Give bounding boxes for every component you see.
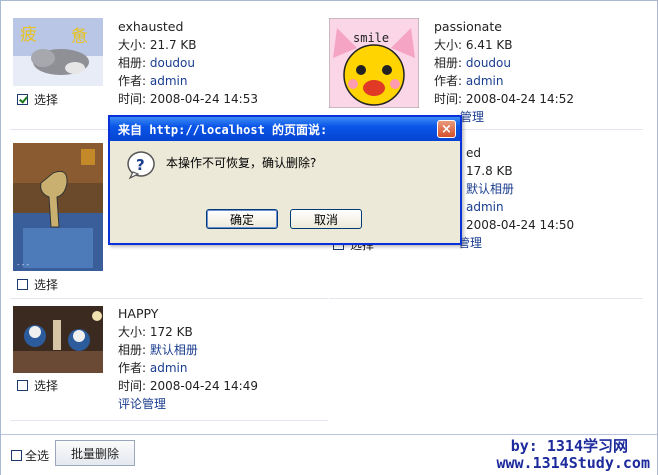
select-label: 选择 (34, 93, 59, 107)
photo-info: passionate 大小: 6.41 KB 相册: doudou 作者: ad… (434, 18, 574, 126)
photo-size: 大小: 6.41 KB (434, 38, 513, 52)
author-link[interactable]: admin (466, 74, 504, 88)
photo-author: 作者: admin (118, 361, 188, 375)
comment-manage-link[interactable]: 评论管理 (118, 397, 166, 411)
author-link[interactable]: admin (466, 198, 574, 216)
photo-album: 相册: 默认相册 (118, 343, 198, 357)
photo-time: 时间: 2008-04-24 14:49 (118, 379, 258, 393)
photo-album: 相册: doudou (118, 56, 195, 70)
album-link[interactable]: 默认相册 (150, 343, 198, 357)
thumb-char: 惫 (71, 27, 88, 47)
cancel-button[interactable]: 取消 (290, 209, 362, 229)
select-checkbox[interactable]: 选择 (17, 91, 58, 108)
photo-title: passionate (434, 19, 502, 34)
brand-url: www.1314Study.com (496, 454, 650, 472)
svg-text:- - -: - - - (17, 261, 30, 269)
thumb-char: 疲 (20, 25, 37, 45)
photo-thumbnail[interactable]: - - - (13, 143, 103, 271)
photo-title: ed (466, 146, 481, 160)
photo-album: 相册: doudou (434, 56, 511, 70)
select-all-checkbox[interactable]: 全选 (11, 447, 49, 464)
close-icon[interactable]: × (437, 120, 456, 138)
album-link[interactable]: doudou (466, 56, 511, 70)
photo-size: 大小: 21.7 KB (118, 38, 197, 52)
checkbox[interactable] (17, 380, 28, 391)
photo-info: ed 17.8 KB 默认相册 admin 2008-04-24 14:50 管… (458, 144, 575, 252)
svg-text:?: ? (136, 156, 145, 174)
dialog-title-bar[interactable]: 来自 http://localhost 的页面说: (110, 117, 460, 141)
brand-text: by: 1314学习网 (510, 437, 628, 455)
photo-author: 作者: admin (118, 74, 188, 88)
photo-author: 作者: admin (434, 74, 504, 88)
confirm-dialog: 来自 http://localhost 的页面说: × ? 本操作不可恢复，确认… (108, 115, 462, 245)
select-label: 选择 (34, 278, 59, 292)
photo-info: HAPPY 大小: 172 KB 相册: 默认相册 作者: admin 时间: … (118, 305, 258, 413)
photo-title: HAPPY (118, 306, 159, 321)
author-link[interactable]: admin (150, 361, 188, 375)
photo-time: 2008-04-24 14:50 (466, 218, 575, 232)
divider (10, 298, 328, 299)
photo-title: exhausted (118, 19, 184, 34)
divider (329, 298, 643, 299)
select-all-label: 全选 (25, 449, 50, 463)
question-icon: ? (126, 150, 156, 183)
photo-size: 17.8 KB (466, 164, 513, 178)
photo-thumbnail[interactable] (13, 306, 103, 373)
photo-thumbnail[interactable]: smile (329, 18, 419, 108)
select-checkbox[interactable]: 选择 (17, 276, 58, 293)
dialog-message: 本操作不可恢复，确认删除? (166, 156, 317, 170)
checkbox[interactable] (17, 94, 28, 105)
select-checkbox[interactable]: 选择 (17, 377, 58, 394)
author-link[interactable]: admin (150, 74, 188, 88)
album-link[interactable]: 默认相册 (466, 180, 574, 198)
ok-button[interactable]: 确定 (206, 209, 278, 229)
photo-info: exhausted 大小: 21.7 KB 相册: doudou 作者: adm… (118, 18, 258, 108)
photo-time: 时间: 2008-04-24 14:53 (118, 92, 258, 106)
bulk-delete-button[interactable]: 批量删除 (55, 440, 135, 466)
photo-time: 时间: 2008-04-24 14:52 (434, 92, 574, 106)
thumb-smile-text: smile (353, 31, 389, 45)
comment-manage-link[interactable]: 管理 (460, 110, 484, 124)
photo-size: 大小: 172 KB (118, 325, 193, 339)
checkbox[interactable] (11, 450, 22, 461)
photo-thumbnail[interactable]: 疲 惫 (13, 18, 103, 86)
select-label: 选择 (34, 379, 59, 393)
album-link[interactable]: doudou (150, 56, 195, 70)
dialog-title: 来自 http://localhost 的页面说: (118, 122, 328, 137)
checkbox[interactable] (17, 279, 28, 290)
divider (10, 420, 328, 421)
